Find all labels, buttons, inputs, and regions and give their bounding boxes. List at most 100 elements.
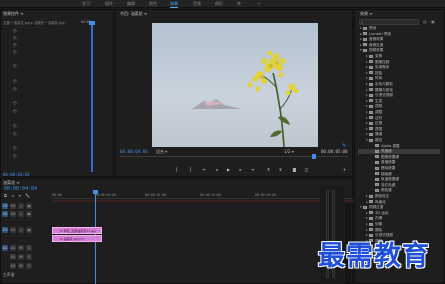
source-playhead-handle[interactable] bbox=[89, 21, 95, 25]
solo-icon[interactable]: S bbox=[26, 263, 32, 269]
effects-tree-item[interactable]: ▸ 沉浸式视频 bbox=[358, 93, 440, 98]
step-forward-icon[interactable]: ▸ bbox=[238, 167, 243, 172]
extract-icon[interactable]: ⊻ bbox=[278, 167, 283, 172]
timeline-settings-icon[interactable]: 🔧 bbox=[25, 193, 30, 198]
mark-out-icon[interactable]: } bbox=[188, 167, 193, 172]
stopwatch-icon[interactable]: ◷ bbox=[13, 35, 17, 40]
stopwatch-icon[interactable]: ◷ bbox=[13, 145, 17, 150]
effects-search-input[interactable]: ⌕ bbox=[359, 19, 419, 25]
go-to-in-icon[interactable]: ⇤ bbox=[202, 167, 207, 172]
workspace-editing[interactable]: 编辑 bbox=[127, 1, 135, 7]
stopwatch-icon[interactable]: ◷ bbox=[13, 42, 17, 47]
effects-tree-item[interactable]: ▸ 预设 bbox=[358, 26, 440, 31]
effects-tree-item[interactable]: ▸ 模糊与锐化 bbox=[358, 88, 440, 93]
lift-icon[interactable]: ⊼ bbox=[266, 167, 271, 172]
workspace-learn[interactable]: 学习 bbox=[82, 1, 90, 7]
lock-icon[interactable]: ◊ bbox=[18, 227, 24, 233]
track-target[interactable]: V2 bbox=[10, 211, 16, 217]
workspace-audio[interactable]: 音频 bbox=[193, 1, 201, 7]
track-target[interactable]: V1 bbox=[10, 227, 16, 233]
stopwatch-icon[interactable]: ◷ bbox=[13, 123, 17, 128]
effect-controls-timecode[interactable]: 00:00:04:04 bbox=[3, 172, 33, 177]
solo-icon[interactable]: S bbox=[26, 245, 32, 251]
mark-in-icon[interactable]: { bbox=[174, 167, 179, 172]
stopwatch-icon[interactable]: ◷ bbox=[13, 131, 17, 136]
effects-tree-item[interactable]: 亮度键 bbox=[358, 149, 440, 155]
effects-tab[interactable]: 效果 ≡ bbox=[360, 11, 373, 17]
effects-tree-item[interactable]: 颜色键 bbox=[358, 188, 440, 193]
effects-tree-item[interactable]: ▾ 视频效果 bbox=[358, 48, 440, 53]
compare-view-icon[interactable]: ◫ bbox=[304, 167, 309, 172]
effects-tree-item[interactable]: ▸ 风格化 bbox=[358, 200, 440, 205]
program-playhead-handle[interactable] bbox=[312, 154, 316, 159]
stopwatch-icon[interactable]: ◷ bbox=[13, 153, 17, 158]
track-target[interactable]: V3 bbox=[10, 203, 16, 209]
program-current-timecode[interactable]: 00:00:04:04 bbox=[120, 149, 148, 154]
stopwatch-icon[interactable]: ◷ bbox=[13, 49, 17, 54]
effects-tree-item[interactable]: ▸ 扭曲 bbox=[358, 71, 440, 76]
mute-icon[interactable]: M bbox=[18, 245, 24, 251]
eye-icon[interactable]: ◉ bbox=[26, 211, 32, 217]
linked-selection-icon[interactable]: ∞ bbox=[11, 193, 14, 198]
track-target[interactable]: A2 bbox=[10, 254, 16, 260]
effects-tree-item[interactable]: ▸ 透视 bbox=[358, 127, 440, 132]
eye-icon[interactable]: ◉ bbox=[26, 203, 32, 209]
new-bin-icon[interactable]: ▤ bbox=[423, 19, 427, 24]
clip-v2[interactable]: fx 黄花_宽屏油菜花01.jpg bbox=[52, 227, 102, 234]
add-marker-icon[interactable]: ▾ bbox=[19, 193, 21, 198]
stopwatch-icon[interactable]: ◷ bbox=[13, 78, 17, 83]
effects-tree-item[interactable]: 移除遮罩 bbox=[358, 166, 440, 171]
play-icon[interactable]: ▶ bbox=[226, 167, 231, 172]
effects-tree-item[interactable]: ▸ 内滑 bbox=[358, 216, 440, 221]
effects-tree-item[interactable]: 非红色键 bbox=[358, 183, 440, 188]
effects-tree-item[interactable]: ▾ 键控 bbox=[358, 138, 440, 143]
more-workspaces-icon[interactable]: » bbox=[258, 1, 260, 6]
effects-tree-item[interactable]: ▸ 颜色校正 bbox=[358, 194, 440, 199]
mute-icon[interactable]: M bbox=[18, 254, 24, 260]
eye-icon[interactable]: ◉ bbox=[26, 227, 32, 233]
effects-tree-item[interactable]: ▸ 擦除 bbox=[358, 228, 440, 233]
export-frame-icon[interactable]: ◙ bbox=[292, 167, 297, 172]
effects-tree-item[interactable]: ▸ 音频过渡 bbox=[358, 43, 440, 48]
stopwatch-icon[interactable]: ◷ bbox=[13, 100, 17, 105]
track-target[interactable]: A1 bbox=[10, 245, 16, 251]
work-area-bar[interactable] bbox=[53, 200, 353, 202]
effects-tree-item[interactable]: 轨道遮罩键 bbox=[358, 177, 440, 182]
resolution-dropdown[interactable]: 1/2 ▾ bbox=[284, 149, 294, 154]
effects-tree-item[interactable]: ▸ 图像控制 bbox=[358, 60, 440, 65]
track-source-patch[interactable]: V2 bbox=[2, 211, 8, 217]
go-to-out-icon[interactable]: ⇥ bbox=[250, 167, 255, 172]
lock-icon[interactable]: ◊ bbox=[18, 211, 24, 217]
stopwatch-icon[interactable]: ◷ bbox=[13, 63, 17, 68]
track-source-patch[interactable]: A1 bbox=[2, 245, 8, 251]
mute-icon[interactable]: M bbox=[18, 263, 24, 269]
track-source-patch[interactable]: V3 bbox=[2, 203, 8, 209]
effects-tree-item[interactable]: Alpha 调整 bbox=[358, 144, 440, 149]
step-back-icon[interactable]: ◂ bbox=[214, 167, 219, 172]
effect-controls-tab[interactable]: 效果控件 ≡ bbox=[3, 11, 24, 17]
effects-tree-item[interactable]: ▸ 过时 bbox=[358, 116, 440, 121]
effects-tree-item[interactable]: 差值遮罩 bbox=[358, 160, 440, 165]
track-target[interactable]: A3 bbox=[10, 263, 16, 269]
add-button-icon[interactable]: + bbox=[342, 167, 347, 172]
effects-tree-item[interactable]: ▸ 实用程序 bbox=[358, 65, 440, 70]
effects-tree-item[interactable]: 超级键 bbox=[358, 172, 440, 177]
effects-tree-item[interactable]: ▸ 音频效果 bbox=[358, 37, 440, 42]
effects-tree-item[interactable]: ▸ Lumetri 预设 bbox=[358, 32, 440, 37]
effects-tree-item[interactable]: ▸ 通道 bbox=[358, 132, 440, 137]
accelerated-effects-icon[interactable]: ▣ bbox=[431, 19, 435, 24]
solo-icon[interactable]: S bbox=[26, 254, 32, 260]
settings-wrench-icon[interactable]: ✎ bbox=[342, 143, 346, 149]
effects-tree-item[interactable]: ▸ 3D 运动 bbox=[358, 211, 440, 216]
stopwatch-icon[interactable]: ◷ bbox=[13, 28, 17, 33]
effects-tree-item[interactable]: ▸ 过渡 bbox=[358, 121, 440, 126]
stopwatch-icon[interactable]: ◷ bbox=[13, 86, 17, 91]
effects-tree-item[interactable]: ▸ 调整 bbox=[358, 110, 440, 115]
program-monitor-tab[interactable]: 节目: 油菜花 ≡ bbox=[120, 11, 147, 17]
effects-tree-item[interactable]: 图像遮罩键 bbox=[358, 155, 440, 160]
lock-icon[interactable]: ◊ bbox=[18, 203, 24, 209]
workspace-color[interactable]: 颜色 bbox=[149, 1, 157, 7]
stopwatch-icon[interactable]: ◷ bbox=[13, 108, 17, 113]
workspace-libraries[interactable]: 库 bbox=[237, 1, 241, 7]
effects-tree-item[interactable]: ▸ 生成 bbox=[358, 99, 440, 104]
